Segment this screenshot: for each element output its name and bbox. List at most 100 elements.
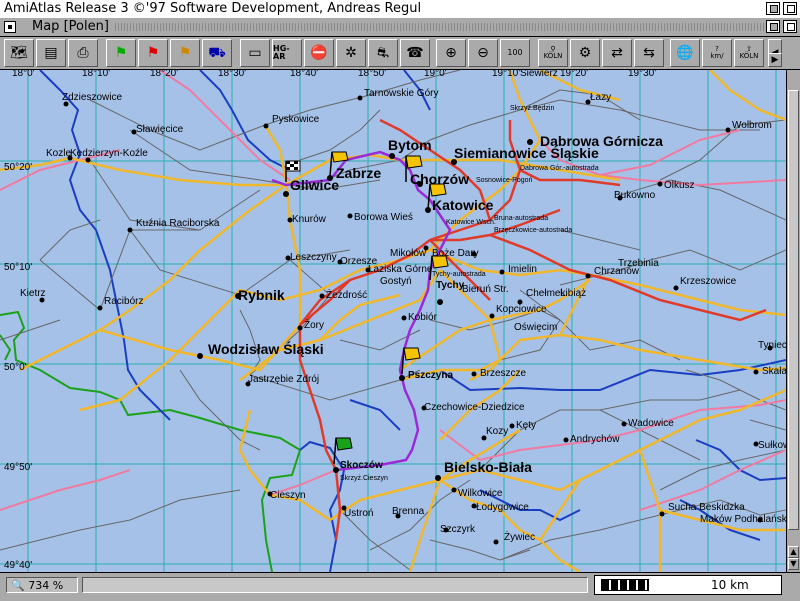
city-label: Siewierz [520,70,558,79]
hg-ar-icon[interactable]: HG-AR [272,39,302,67]
way2-icon[interactable]: ⇆ [634,39,664,67]
horizontal-scrollbar[interactable] [82,577,588,593]
route-flags [285,151,449,465]
toolbar-scroll-right-icon[interactable]: ▶ [768,53,782,67]
close-gadget-icon[interactable] [4,21,16,33]
map-view[interactable]: 18°0' 18°10' 18°20' 18°30' 18°40' 18°50'… [0,70,786,572]
city-label-major: Gliwice [290,177,339,193]
city-label: Kedzierzyn-Koźle [70,148,148,159]
city-label: Żeżdrość [326,288,367,301]
koln-search-icon[interactable]: ⚲ KÖLN [538,39,568,67]
city-label: Bieruń Str. [462,284,509,295]
road-label: Skrzyż.Cieszyn [340,475,388,482]
city-label-major: Bielsko-Biała [444,459,532,475]
stop-sign-icon[interactable]: ⛔ [304,39,334,67]
globe-icon[interactable]: 🌐 [670,39,700,67]
lon-label: 18°20' [150,70,178,79]
toolbar: 🗺 ▤ ⎙ ⚑ ⚑ ⚑ ⛟ ▭ HG-AR ⛔ ✲ ⛐ ☎ ⊕ ⊖ 100 ⚲ K… [0,37,800,70]
depth-gadget-icon[interactable] [783,20,797,33]
find-icon[interactable]: ⚙ [570,39,600,67]
city-label: Brzeszcze [480,368,527,379]
road-label: Dabrowa Gór.-autostrada [520,165,599,172]
city-label: Żory [304,318,324,331]
back-gadget[interactable] [783,2,797,15]
road-label: Bruna-autostrada [494,215,548,222]
lon-label: 18°10' [82,70,110,79]
scroll-up-icon[interactable]: ▲ [788,546,799,558]
window-title-bar[interactable]: Map [Polen] [0,18,800,37]
flag-start-icon[interactable]: ⚑ [106,39,136,67]
city-label: Mikołów [390,248,427,259]
app-title: AmiAtlas Release 3 ©'97 Software Develop… [4,1,422,16]
depth-gadget[interactable] [766,2,780,15]
print-icon[interactable]: 🗺 [4,39,34,67]
screen-icon[interactable]: ▭ [240,39,270,67]
city-label: Andrychów [570,434,620,445]
city-label-major: Chorzów [410,171,469,187]
city-label: Łodygowice [476,502,529,513]
flag-via-icon[interactable]: ⚑ [138,39,168,67]
print-preview-icon[interactable]: ▤ [36,39,66,67]
city-label-major: Katowice [432,197,494,213]
vertical-scroll-knob[interactable] [788,90,799,530]
city-label: Kozle [46,148,71,159]
city-label: Trzebinia [618,258,659,269]
city-label: Czechowice-Dziedzice [424,402,525,413]
scale-label: 10 km [711,578,749,592]
city-label: Sławięcice [136,124,184,135]
city-label: Imielin [508,264,537,275]
lon-label: 18°50' [358,70,386,79]
flag-dest-icon[interactable]: ⚑ [170,39,200,67]
city-label: Wilkowice [458,488,503,499]
city-label: Cieszyn [270,490,306,501]
lon-label: 18°0' [12,70,35,79]
road-label: Skrzyż.Będzin [510,105,554,112]
way-icon[interactable]: ⇄ [602,39,632,67]
route-vehicle-icon[interactable]: ⛐ [368,39,398,67]
city-label: Żywiec [504,530,535,543]
city-label: Oświęcim [514,322,557,333]
city-label: Leszczyny [290,252,337,263]
km-icon[interactable]: ? km/ [702,39,732,67]
zoom-100-icon[interactable]: 100 [500,39,530,67]
lon-label: 19°10' [492,70,520,79]
city-label-medium: Skoczów [340,460,383,471]
status-bar: 🔍 734 % 10 km [0,572,800,601]
phone-icon[interactable]: ☎ [400,39,430,67]
city-label: Kozy [486,426,508,437]
lon-label: 18°30' [218,70,246,79]
scale-bar: 10 km [594,575,782,595]
city-label: Brenna [392,506,425,517]
zoom-in-icon[interactable]: ⊕ [436,39,466,67]
koln-icon[interactable]: ⇧ KÖLN [734,39,764,67]
city-label: Libiąż [560,288,586,299]
city-label-major: Rybnik [238,287,285,303]
city-label: Kietrz [20,288,46,299]
city-label: Kobiór [408,312,438,323]
scroll-down-icon[interactable]: ▼ [788,558,799,570]
route-calc-icon[interactable]: ⛟ [202,39,232,67]
city-label: Maków Podhalański [700,514,786,525]
city-label-major: Zabrze [336,165,381,181]
lat-label: 50°20' [4,162,32,173]
city-label: Racibórz [104,296,143,307]
printer-icon[interactable]: ⎙ [68,39,98,67]
magnifier-icon: 🔍 [11,579,25,592]
city-label: Tyniec [758,340,786,351]
city-label: Gostyń [380,276,412,287]
city-label: Bukowno [614,190,656,201]
lon-label: 19°20' [560,70,588,79]
lat-label: 49°50' [4,462,32,473]
city-label: Kopciowice [496,304,547,315]
road-label: Sosnowice-Pogoń [476,177,533,184]
drag-bar[interactable] [115,23,775,31]
compass-icon[interactable]: ✲ [336,39,366,67]
city-label-medium: Pszczyna [408,370,453,381]
zoom-out-icon[interactable]: ⊖ [468,39,498,67]
city-label-major: Wodzisław Śląski [208,340,324,357]
zoom-gadget-icon[interactable] [766,20,780,33]
lon-label: 19°0' [424,70,447,79]
vertical-scrollbar[interactable]: ▲ ▼ [786,70,800,572]
zoom-field[interactable]: 🔍 734 % [6,577,78,593]
city-label: Kuźnia Raciborska [136,218,220,229]
